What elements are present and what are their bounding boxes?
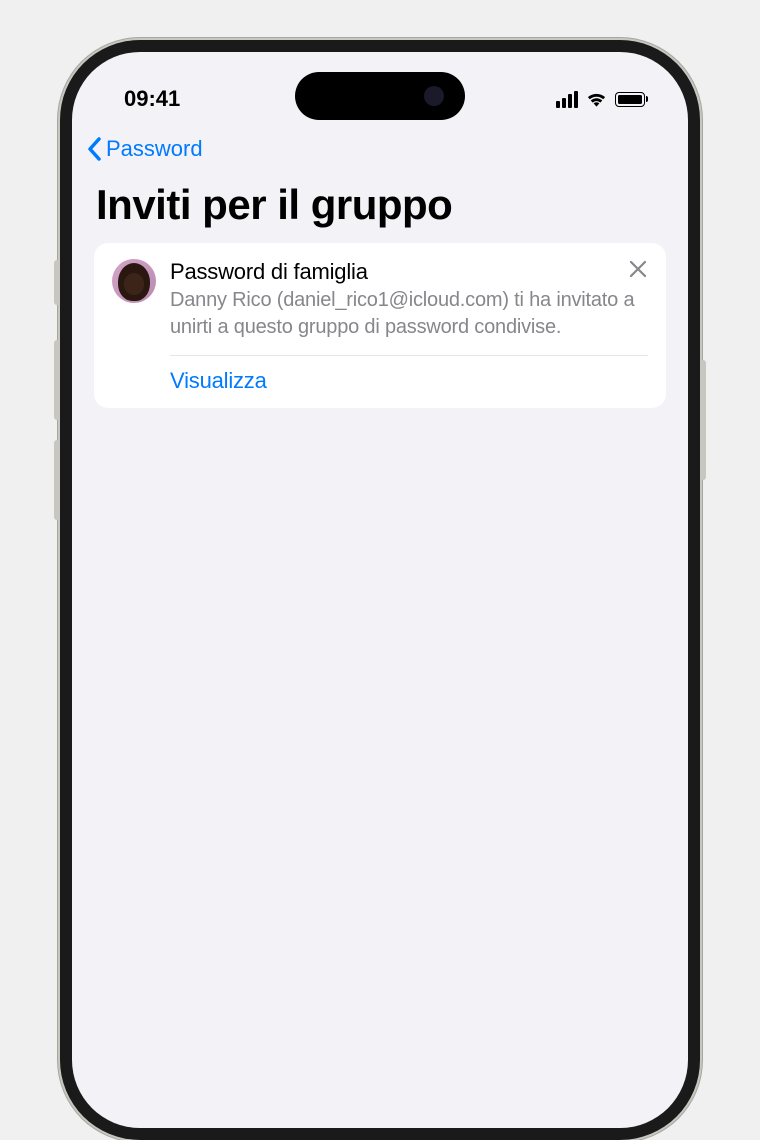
invite-content: Password di famiglia Danny Rico (daniel_… xyxy=(170,259,648,394)
invite-group-name: Password di famiglia xyxy=(170,259,648,285)
nav-bar: Password xyxy=(72,122,688,173)
phone-volume-up-button xyxy=(54,340,60,420)
phone-volume-down-button xyxy=(54,440,60,520)
close-button[interactable] xyxy=(626,259,650,283)
dynamic-island xyxy=(295,72,465,120)
phone-frame: 09:41 xyxy=(60,40,700,1140)
view-button[interactable]: Visualizza xyxy=(170,356,648,394)
phone-power-button xyxy=(700,360,706,480)
invite-description: Danny Rico (daniel_rico1@icloud.com) ti … xyxy=(170,287,648,356)
page-title: Inviti per il gruppo xyxy=(72,173,688,243)
close-icon xyxy=(629,260,647,283)
avatar xyxy=(112,259,156,303)
back-button[interactable]: Password xyxy=(86,136,203,162)
wifi-icon xyxy=(585,90,608,108)
status-icons xyxy=(556,90,648,108)
chevron-left-icon xyxy=(86,136,104,162)
invite-card: Password di famiglia Danny Rico (daniel_… xyxy=(94,243,666,408)
screen: 09:41 xyxy=(72,52,688,1128)
status-time: 09:41 xyxy=(124,86,180,112)
phone-side-button xyxy=(54,260,60,305)
battery-icon xyxy=(615,92,648,107)
cellular-signal-icon xyxy=(556,91,578,108)
back-label: Password xyxy=(106,136,203,162)
